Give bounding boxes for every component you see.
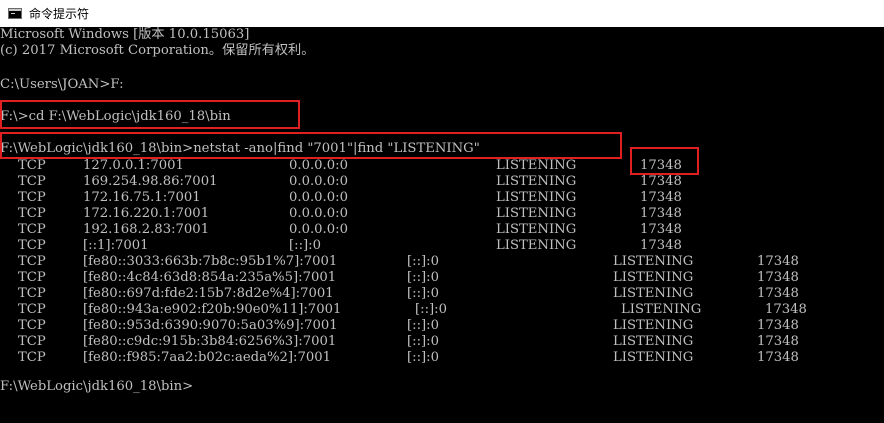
pid-cell: 17348 (640, 222, 682, 237)
netstat-command-highlight (0, 132, 622, 159)
proto-cell: TCP (18, 254, 46, 269)
state-cell: LISTENING (613, 270, 694, 285)
state-cell: LISTENING (621, 302, 702, 317)
foreign-cell: [::]:0 (407, 254, 440, 269)
local-cell: 127.0.0.1:7001 (83, 158, 184, 173)
proto-cell: TCP (18, 318, 46, 333)
pid-cell: 17348 (640, 238, 682, 253)
state-cell: LISTENING (496, 238, 577, 253)
state-cell: LISTENING (496, 206, 577, 221)
window-title: 命令提示符 (29, 7, 90, 21)
state-cell: LISTENING (613, 286, 694, 301)
proto-cell: TCP (18, 302, 46, 317)
state-cell: LISTENING (496, 174, 577, 189)
state-cell: LISTENING (613, 254, 694, 269)
cd-command-highlight (0, 100, 300, 129)
table-row: TCP [::1]:7001 [::]:0 LISTENING 17348 (0, 238, 884, 254)
foreign-cell: [::]:0 (407, 286, 440, 301)
state-cell: LISTENING (613, 334, 694, 349)
foreign-cell: [::]:0 (407, 318, 440, 333)
proto-cell: TCP (18, 222, 46, 237)
foreign-cell: 0.0.0.0:0 (289, 190, 348, 205)
pid-cell: 17348 (757, 254, 799, 269)
proto-cell: TCP (18, 270, 46, 285)
title-bar[interactable]: 命令提示符 (0, 0, 884, 27)
proto-cell: TCP (18, 158, 46, 173)
state-cell: LISTENING (613, 318, 694, 333)
foreign-cell: [::]:0 (407, 350, 440, 365)
foreign-cell: 0.0.0.0:0 (289, 206, 348, 221)
console-output[interactable]: Microsoft Windows [版本 10.0.15063] (c) 20… (0, 27, 884, 423)
table-row: TCP [fe80::4c84:63d8:854a:235a%5]:7001 [::… (0, 270, 884, 286)
proto-cell: TCP (18, 286, 46, 301)
foreign-cell: 0.0.0.0:0 (289, 174, 348, 189)
terminal-icon (8, 8, 22, 19)
table-row: TCP [fe80::c9dc:915b:3b84:6256%3]:7001 [::… (0, 334, 884, 350)
state-cell: LISTENING (613, 350, 694, 365)
current-prompt[interactable]: F:\WebLogic\jdk160_18\bin> (0, 379, 193, 395)
proto-cell: TCP (18, 350, 46, 365)
state-cell: LISTENING (496, 158, 577, 173)
local-cell: [fe80::953d:6390:9070:5a03%9]:7001 (83, 318, 338, 333)
local-cell: [fe80::f985:7aa2:b02c:aeda%2]:7001 (83, 350, 332, 365)
local-cell: [fe80::943a:e902:f20b:90e0%11]:7001 (83, 302, 342, 317)
proto-cell: TCP (18, 206, 46, 221)
foreign-cell: 0.0.0.0:0 (289, 158, 348, 173)
foreign-cell: [::]:0 (407, 334, 440, 349)
table-row: TCP [fe80::697d:fde2:15b7:8d2e%4]:7001 [::… (0, 286, 884, 302)
cmd-window: 命令提示符 Microsoft Windows [版本 10.0.15063] … (0, 0, 884, 423)
table-row: TCP 169.254.98.86:7001 0.0.0.0:0 LISTENING 1… (0, 174, 884, 190)
table-row: TCP [fe80::3033:663b:7b8c:95b1%7]:7001 [::… (0, 254, 884, 270)
pid-highlight (630, 147, 699, 175)
local-cell: [fe80::697d:fde2:15b7:8d2e%4]:7001 (83, 286, 334, 301)
pid-cell: 17348 (757, 334, 799, 349)
state-cell: LISTENING (496, 222, 577, 237)
pid-cell: 17348 (765, 302, 807, 317)
pid-cell: 17348 (757, 270, 799, 285)
local-cell: [fe80::4c84:63d8:854a:235a%5]:7001 (83, 270, 337, 285)
foreign-cell: [::]:0 (407, 270, 440, 285)
proto-cell: TCP (18, 334, 46, 349)
foreign-cell: [::]:0 (289, 238, 322, 253)
state-cell: LISTENING (496, 190, 577, 205)
local-cell: 172.16.75.1:7001 (83, 190, 201, 205)
pid-cell: 17348 (640, 190, 682, 205)
pid-cell: 17348 (757, 350, 799, 365)
local-cell: [fe80::3033:663b:7b8c:95b1%7]:7001 (83, 254, 338, 269)
table-row: TCP [fe80::943a:e902:f20b:90e0%11]:7001 [:… (0, 302, 884, 318)
proto-cell: TCP (18, 174, 46, 189)
header-line: (c) 2017 Microsoft Corporation。保留所有权利。 (0, 43, 315, 58)
pid-cell: 17348 (640, 206, 682, 221)
table-row: TCP [fe80::953d:6390:9070:5a03%9]:7001 [::… (0, 318, 884, 334)
table-row: TCP [fe80::f985:7aa2:b02c:aeda%2]:7001 [::… (0, 350, 884, 366)
proto-cell: TCP (18, 190, 46, 205)
foreign-cell: [::]:0 (415, 302, 448, 317)
local-cell: 169.254.98.86:7001 (83, 174, 218, 189)
header-line: Microsoft Windows [版本 10.0.15063] (0, 27, 250, 42)
proto-cell: TCP (18, 238, 46, 253)
pid-cell: 17348 (757, 318, 799, 333)
local-cell: [fe80::c9dc:915b:3b84:6256%3]:7001 (83, 334, 337, 349)
table-row: TCP 192.168.2.83:7001 0.0.0.0:0 LISTENING 17… (0, 222, 884, 238)
table-row: TCP 127.0.0.1:7001 0.0.0.0:0 LISTENING 17348 (0, 158, 884, 174)
pid-cell: 17348 (757, 286, 799, 301)
local-cell: 172.16.220.1:7001 (83, 206, 210, 221)
table-row: TCP 172.16.220.1:7001 0.0.0.0:0 LISTENING 17… (0, 206, 884, 222)
foreign-cell: 0.0.0.0:0 (289, 222, 348, 237)
local-cell: [::1]:7001 (83, 238, 149, 253)
prompt-line: C:\Users\JOAN>F: (0, 77, 124, 92)
table-row: TCP 172.16.75.1:7001 0.0.0.0:0 LISTENING 173… (0, 190, 884, 206)
pid-cell: 17348 (640, 174, 682, 189)
local-cell: 192.168.2.83:7001 (83, 222, 210, 237)
